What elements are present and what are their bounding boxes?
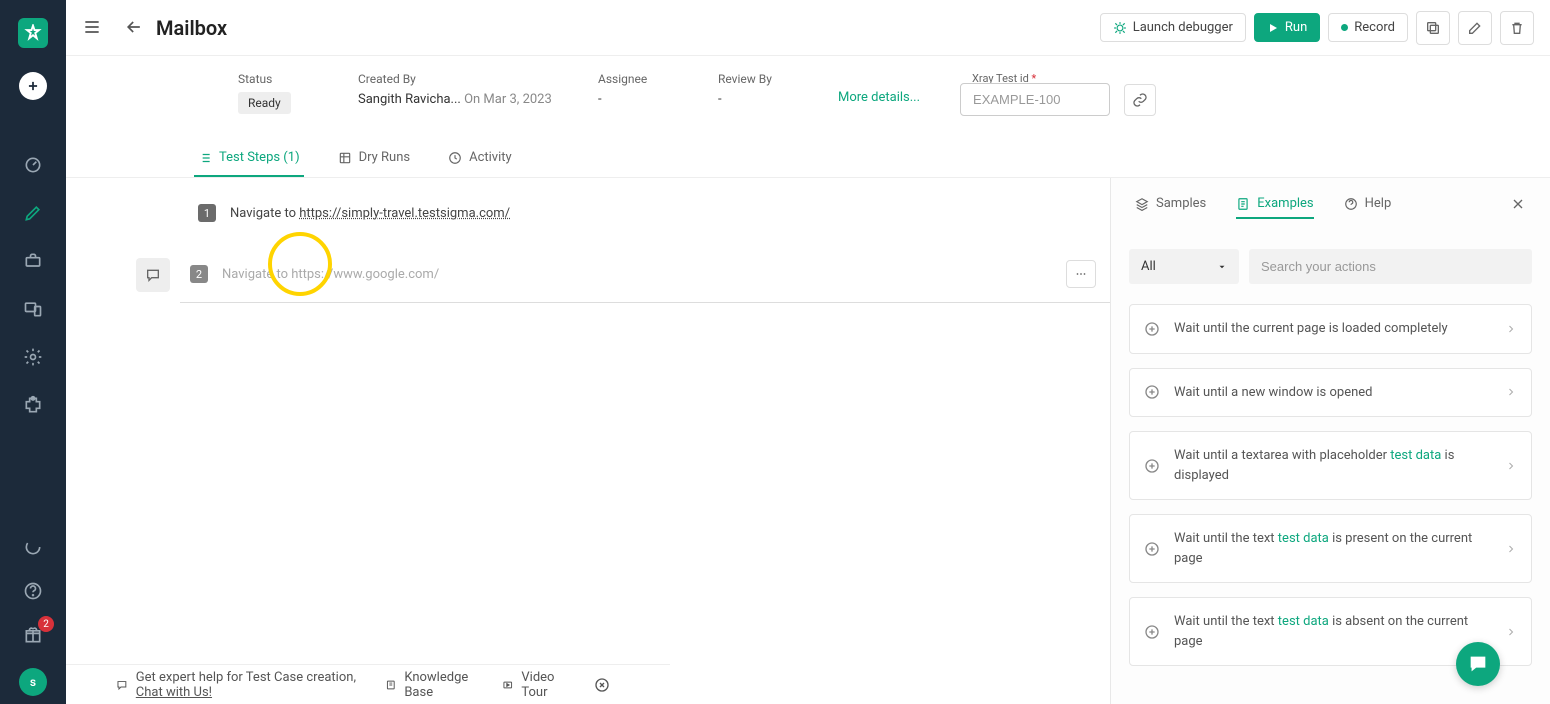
user-avatar[interactable]: s: [19, 668, 47, 696]
devices-icon[interactable]: [22, 298, 44, 320]
close-footer-button[interactable]: [594, 677, 610, 693]
panel-tab-samples[interactable]: Samples: [1135, 196, 1206, 219]
comment-button[interactable]: [136, 258, 170, 292]
panel-tab-help[interactable]: Help: [1344, 196, 1392, 219]
filter-select[interactable]: All: [1129, 249, 1239, 284]
steps-area: 1 Navigate to https://simply-travel.test…: [66, 178, 1110, 704]
step-row-2[interactable]: 2 Navigate to https://www.google.com/: [180, 246, 1110, 303]
step-input-placeholder[interactable]: Navigate to https://www.google.com/: [222, 267, 1052, 282]
run-button[interactable]: Run: [1254, 13, 1320, 42]
document-icon: [1236, 197, 1250, 211]
record-dot-icon: [1341, 24, 1348, 31]
book-icon: [385, 677, 397, 693]
action-list: Wait until the current page is loaded co…: [1129, 304, 1532, 666]
search-actions-input[interactable]: [1249, 249, 1532, 284]
loading-icon[interactable]: [22, 536, 44, 558]
action-text: Wait until the text test data is present…: [1174, 529, 1491, 568]
step-row-1[interactable]: 1 Navigate to https://simply-travel.test…: [136, 196, 1110, 230]
notification-badge: 2: [38, 616, 54, 632]
delete-button[interactable]: [1500, 11, 1534, 45]
review-by-label: Review By: [718, 72, 798, 86]
review-by-value: -: [718, 92, 798, 107]
play-icon: [1267, 22, 1279, 34]
video-icon: [502, 677, 513, 693]
step-number: 1: [198, 204, 216, 222]
help-icon[interactable]: [22, 580, 44, 602]
record-button[interactable]: Record: [1328, 13, 1408, 42]
footer-help: Get expert help for Test Case creation, …: [116, 670, 357, 700]
assignee-label: Assignee: [598, 72, 678, 86]
created-by-value: Sangith Ravicha... On Mar 3, 2023: [358, 92, 558, 107]
launch-debugger-button[interactable]: Launch debugger: [1100, 13, 1246, 42]
knowledge-base-link[interactable]: Knowledge Base: [385, 670, 474, 700]
content-tabs: Test Steps (1) Dry Runs Activity: [66, 140, 1550, 178]
action-text: Wait until the text test data is absent …: [1174, 612, 1491, 651]
footer-bar: Get expert help for Test Case creation, …: [66, 664, 670, 704]
created-by-label: Created By: [358, 72, 558, 86]
chat-icon: [116, 677, 128, 693]
clock-icon: [448, 151, 462, 165]
xray-input[interactable]: [960, 83, 1110, 116]
meta-row: Status Ready Created By Sangith Ravicha.…: [66, 56, 1550, 130]
layers-icon: [1135, 197, 1149, 211]
list-icon: [198, 151, 212, 165]
status-label: Status: [238, 72, 318, 86]
back-arrow-icon[interactable]: [124, 17, 146, 39]
step-url[interactable]: https://simply-travel.testsigma.com/: [299, 206, 510, 221]
assignee-value: -: [598, 92, 678, 107]
action-item[interactable]: Wait until the current page is loaded co…: [1129, 304, 1532, 354]
app-logo: [18, 18, 48, 48]
link-button[interactable]: [1124, 84, 1156, 116]
action-item[interactable]: Wait until a new window is opened: [1129, 368, 1532, 418]
panel-close-button[interactable]: [1510, 196, 1526, 219]
edit-button[interactable]: [1458, 11, 1492, 45]
grid-icon: [338, 151, 352, 165]
chat-with-us-link[interactable]: Chat with Us!: [136, 685, 212, 700]
gear-icon[interactable]: [22, 346, 44, 368]
status-badge: Ready: [238, 92, 291, 114]
chevron-right-icon: [1505, 543, 1517, 555]
dashboard-icon[interactable]: [22, 154, 44, 176]
step-more-button[interactable]: [1066, 260, 1096, 288]
tab-test-steps[interactable]: Test Steps (1): [194, 140, 304, 177]
plus-icon: [1144, 384, 1160, 400]
action-text: Wait until a textarea with placeholder t…: [1174, 446, 1491, 485]
side-panel: Samples Examples Help All: [1110, 178, 1550, 704]
action-item[interactable]: Wait until the text test data is present…: [1129, 514, 1532, 583]
edit-icon[interactable]: [22, 202, 44, 224]
question-icon: [1344, 197, 1358, 211]
chevron-right-icon: [1505, 386, 1517, 398]
chevron-right-icon: [1505, 323, 1517, 335]
action-item[interactable]: Wait until a textarea with placeholder t…: [1129, 431, 1532, 500]
top-bar: Mailbox Launch debugger Run Record: [66, 0, 1550, 56]
plus-icon: [1144, 541, 1160, 557]
video-tour-link[interactable]: Video Tour: [502, 670, 566, 700]
action-text: Wait until a new window is opened: [1174, 383, 1491, 403]
plus-icon: [1144, 458, 1160, 474]
action-text: Wait until the current page is loaded co…: [1174, 319, 1491, 339]
chevron-down-icon: [1217, 262, 1227, 272]
panel-tab-examples[interactable]: Examples: [1236, 196, 1313, 219]
step-number: 2: [190, 265, 208, 283]
more-details-link[interactable]: More details...: [838, 90, 920, 105]
tab-activity[interactable]: Activity: [444, 140, 516, 177]
tab-dry-runs[interactable]: Dry Runs: [334, 140, 415, 177]
puzzle-icon[interactable]: [22, 394, 44, 416]
chevron-right-icon: [1505, 460, 1517, 472]
add-button[interactable]: [19, 72, 47, 100]
bug-icon: [1113, 21, 1127, 35]
chevron-right-icon: [1505, 626, 1517, 638]
briefcase-icon[interactable]: [22, 250, 44, 272]
left-sidebar: 2 s: [0, 0, 66, 704]
hamburger-icon[interactable]: [82, 17, 104, 39]
plus-icon: [1144, 624, 1160, 640]
plus-icon: [1144, 321, 1160, 337]
copy-button[interactable]: [1416, 11, 1450, 45]
chat-fab[interactable]: [1456, 642, 1500, 686]
page-title: Mailbox: [156, 16, 227, 40]
step-text: Navigate to https://simply-travel.testsi…: [230, 206, 510, 221]
gift-icon-wrap[interactable]: 2: [22, 624, 44, 646]
